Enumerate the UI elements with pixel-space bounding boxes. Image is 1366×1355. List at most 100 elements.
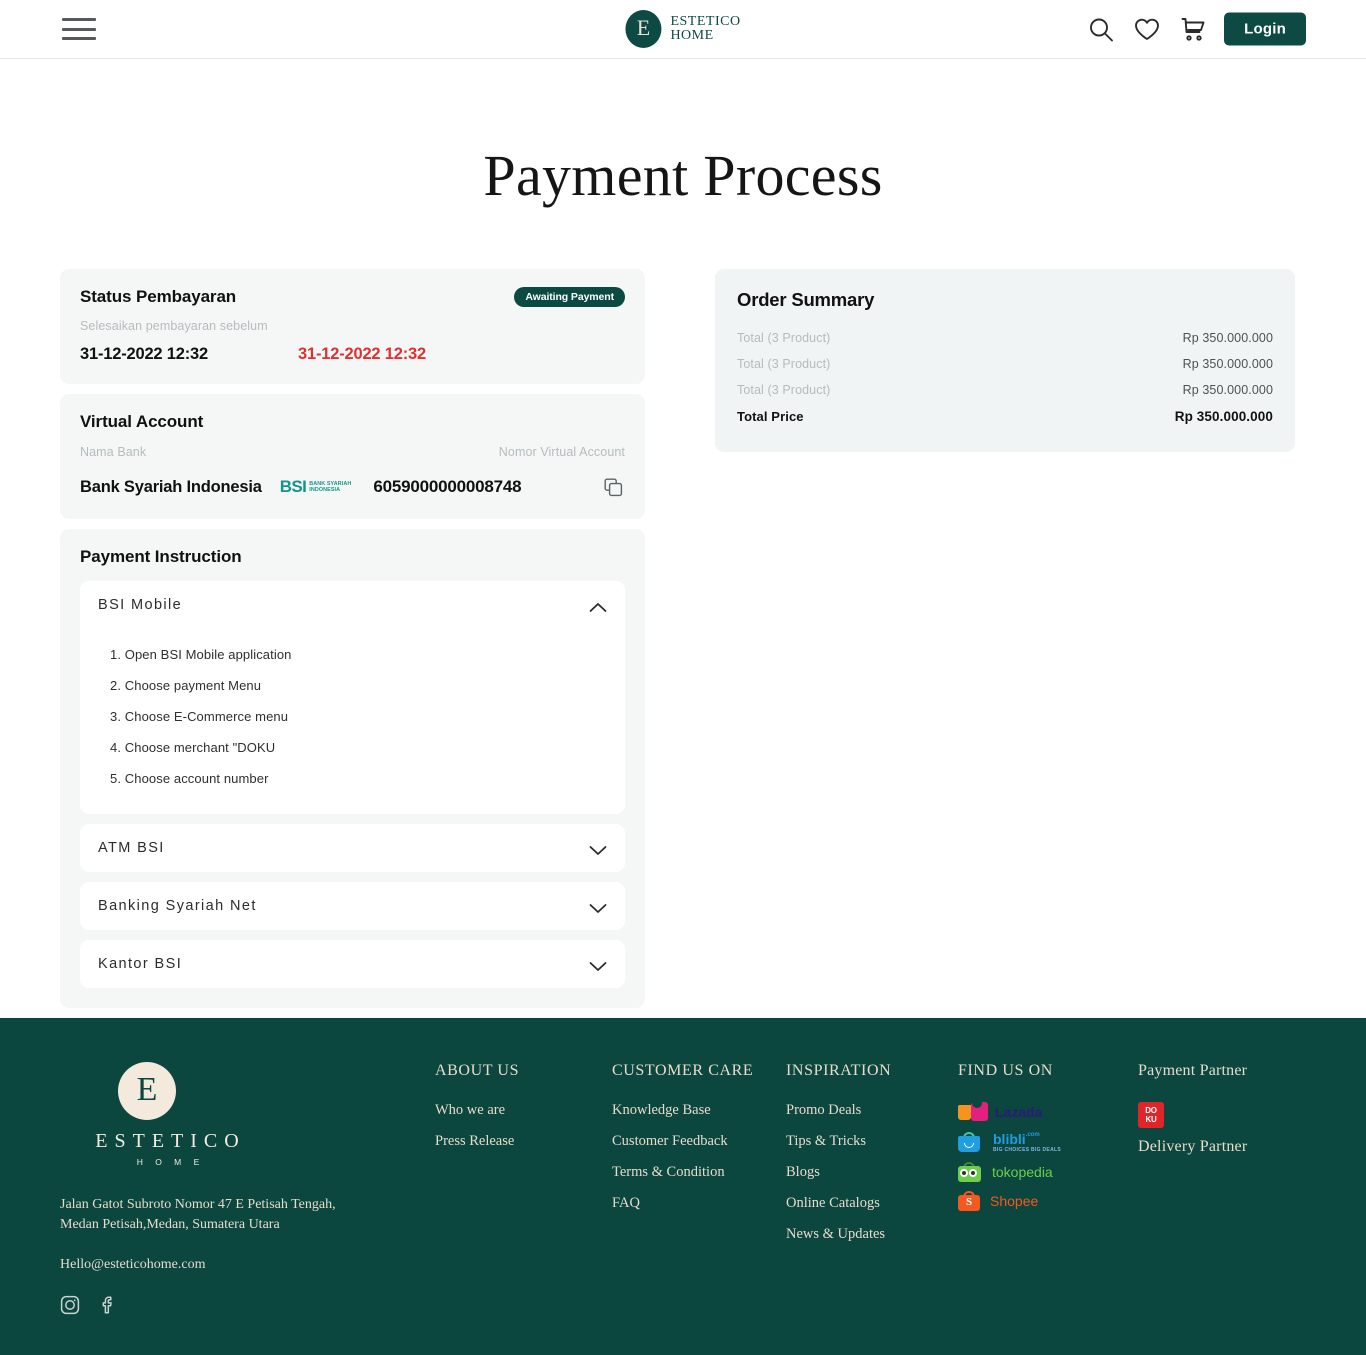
hamburger-icon[interactable] [62, 18, 96, 40]
search-icon[interactable] [1086, 14, 1116, 44]
payment-status-card: Status Pembayaran Awaiting Payment Seles… [60, 269, 645, 384]
marketplace-link-tokopedia[interactable]: tokopedia [958, 1162, 1138, 1182]
footer-email[interactable]: Hello@esteticohome.com [60, 1257, 435, 1273]
accordion-item-bsi-mobile: BSI Mobile 1. Open BSI Mobile applicatio… [80, 581, 625, 814]
chevron-down-icon[interactable] [589, 959, 607, 971]
virtual-account-row: Bank Syariah Indonesia BSI BANK SYARIAH … [80, 475, 625, 499]
summary-row-value: Rp 350.000.000 [1182, 331, 1273, 345]
accordion-item-kantor-bsi: Kantor BSI [80, 940, 625, 988]
cart-icon[interactable] [1178, 14, 1208, 44]
summary-row-label: Total (3 Product) [737, 357, 831, 371]
bank-name-value: Bank Syariah Indonesia [80, 477, 262, 496]
footer-logo-letter: E [136, 1070, 158, 1108]
footer-column-heading: ABOUT US [435, 1062, 520, 1079]
brand-line-1: ESTETICO [670, 14, 741, 29]
order-summary-card: Order Summary Total (3 Product) Rp 350.0… [715, 269, 1295, 452]
footer-brand-name: ESTETICO [95, 1130, 246, 1152]
brand-logo[interactable]: E ESTETICO HOME [625, 10, 740, 48]
summary-total-row: Total Price Rp 350.000.000 [737, 403, 1273, 430]
chevron-down-icon[interactable] [589, 843, 607, 855]
accordion-label: Banking Syariah Net [98, 898, 257, 914]
bsi-logo-mark: BSI [279, 477, 307, 496]
hamburger-bar [62, 27, 96, 31]
marketplace-link-lazada[interactable]: Lazada [958, 1102, 1138, 1122]
instruction-step: 4. Choose merchant "DOKU [110, 740, 276, 755]
footer-link-press-release[interactable]: Press Release [435, 1133, 612, 1150]
lazada-icon-left [958, 1105, 971, 1120]
order-summary-column: Order Summary Total (3 Product) Rp 350.0… [715, 269, 1295, 452]
deadline-secondary: 31-12-2022 12:32 [298, 345, 426, 363]
virtual-account-number: 6059000000008748 [373, 477, 522, 496]
footer-social-links [60, 1295, 435, 1315]
virtual-account-labels: Nama Bank Nomor Virtual Account [80, 445, 625, 459]
status-title: Status Pembayaran [80, 287, 237, 306]
summary-row-label: Total (3 Product) [737, 383, 831, 397]
blibli-icon-bag [958, 1136, 980, 1152]
heart-icon[interactable] [1132, 14, 1162, 44]
virtual-account-title: Virtual Account [80, 412, 204, 431]
footer-link-knowledge-base[interactable]: Knowledge Base [612, 1102, 786, 1119]
virtual-account-card: Virtual Account Nama Bank Nomor Virtual … [60, 394, 645, 519]
footer-column-heading: INSPIRATION [786, 1062, 892, 1079]
facebook-icon[interactable] [98, 1295, 118, 1315]
footer-brand-sub: H O M E [136, 1157, 205, 1167]
header-actions: Login [1086, 12, 1306, 46]
footer-link-who-we-are[interactable]: Who we are [435, 1102, 612, 1119]
tokopedia-icon [958, 1162, 985, 1182]
site-footer: E ESTETICO H O M E Jalan Gatot Subroto N… [0, 1018, 1366, 1355]
accordion-header-banking-syariah-net[interactable]: Banking Syariah Net [80, 882, 625, 930]
marketplace-link-shopee[interactable]: S Shopee [958, 1191, 1138, 1211]
footer-link-customer-feedback[interactable]: Customer Feedback [612, 1133, 786, 1150]
status-header: Status Pembayaran Awaiting Payment [80, 287, 625, 307]
accordion-header-atm-bsi[interactable]: ATM BSI [80, 824, 625, 872]
summary-row: Total (3 Product) Rp 350.000.000 [737, 325, 1273, 351]
footer-column-heading: CUSTOMER CARE [612, 1062, 754, 1079]
summary-total-value: Rp 350.000.000 [1174, 409, 1273, 424]
chevron-down-icon[interactable] [589, 901, 607, 913]
accordion-header-bsi-mobile[interactable]: BSI Mobile [80, 581, 625, 629]
label-account-number: Nomor Virtual Account [498, 445, 625, 459]
instruction-step-list: 1. Open BSI Mobile application 2. Choose… [110, 639, 607, 794]
copy-icon[interactable] [601, 475, 625, 499]
footer-column-customer-care: CUSTOMER CARE Knowledge Base Customer Fe… [612, 1062, 786, 1315]
accordion-header-kantor-bsi[interactable]: Kantor BSI [80, 940, 625, 988]
footer-link-tips-tricks[interactable]: Tips & Tricks [786, 1133, 958, 1150]
blibli-label: blibli [993, 1131, 1026, 1147]
payment-partner-heading: Payment Partner [1138, 1062, 1248, 1079]
instagram-icon[interactable] [60, 1295, 80, 1315]
label-bank-name: Nama Bank [80, 445, 147, 459]
login-button[interactable]: Login [1224, 12, 1306, 46]
delivery-partner-heading: Delivery Partner [1138, 1138, 1248, 1155]
blibli-label-suffix: .com [1025, 1132, 1040, 1138]
blibli-icon [958, 1132, 986, 1152]
doku-icon[interactable]: DO KU [1138, 1102, 1164, 1128]
footer-link-blogs[interactable]: Blogs [786, 1164, 958, 1181]
tokopedia-icon-eye [969, 1169, 977, 1177]
chevron-up-icon[interactable] [589, 600, 607, 612]
blibli-label-group: blibli .com BIG CHOICES BIG DEALS [993, 1131, 1061, 1153]
marketplace-link-blibli[interactable]: blibli .com BIG CHOICES BIG DEALS [958, 1131, 1138, 1153]
footer-link-news-updates[interactable]: News & Updates [786, 1226, 958, 1243]
shopee-icon-letter: S [966, 1196, 973, 1208]
footer-logo-icon: E [118, 1062, 176, 1120]
summary-row-label: Total (3 Product) [737, 331, 831, 345]
instruction-step: 1. Open BSI Mobile application [110, 647, 292, 662]
footer-link-promo-deals[interactable]: Promo Deals [786, 1102, 958, 1119]
lazada-label: Lazada [995, 1104, 1043, 1120]
footer-column-heading: FIND US ON [958, 1062, 1053, 1079]
page-title: Payment Process [483, 143, 883, 208]
deadline-primary: 31-12-2022 12:32 [80, 345, 208, 363]
footer-link-online-catalogs[interactable]: Online Catalogs [786, 1195, 958, 1212]
summary-row-value: Rp 350.000.000 [1182, 357, 1273, 371]
accordion-label: BSI Mobile [98, 597, 183, 613]
site-header: E ESTETICO HOME Login [0, 0, 1366, 59]
tokopedia-label: tokopedia [992, 1164, 1053, 1180]
brand-mark-icon: E [625, 10, 662, 48]
instruction-step: 2. Choose payment Menu [110, 678, 262, 693]
hamburger-bar [62, 37, 96, 40]
bsi-sub-line-2: INDONESIA [309, 487, 341, 493]
status-badge: Awaiting Payment [514, 287, 625, 307]
footer-link-terms-condition[interactable]: Terms & Condition [612, 1164, 786, 1181]
summary-row-value: Rp 350.000.000 [1182, 383, 1273, 397]
footer-link-faq[interactable]: FAQ [612, 1195, 786, 1212]
